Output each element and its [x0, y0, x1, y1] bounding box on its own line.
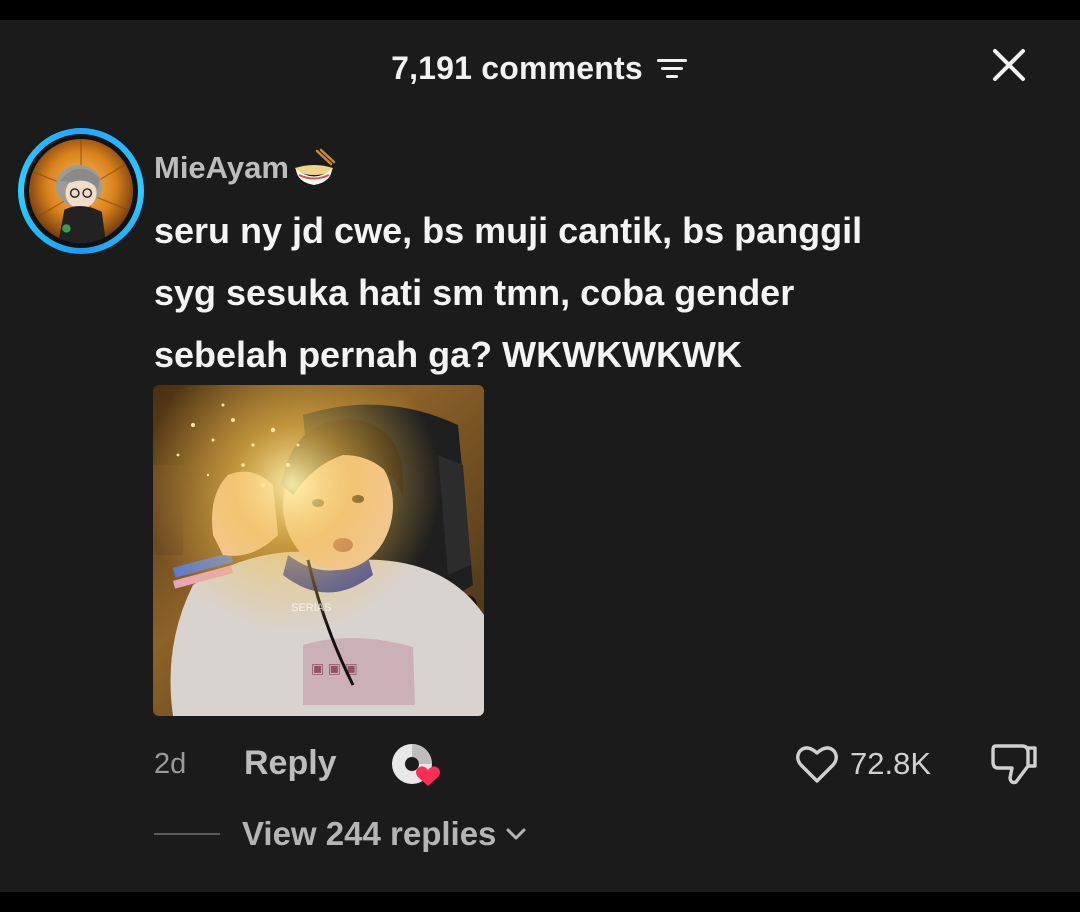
chevron-down-icon [506, 828, 526, 840]
comment-body: seru ny jd cwe, bs muji cantik, bs pangg… [154, 200, 1034, 386]
sticker-heart-icon[interactable] [388, 740, 442, 790]
comment-actions: 2d Reply 72.8K [154, 738, 1044, 790]
comment-time: 2d [154, 748, 187, 780]
avatar-image [28, 139, 134, 244]
bottom-letterbox [0, 892, 1080, 912]
image-watermark: SERIAS [291, 602, 331, 614]
top-letterbox [0, 0, 1080, 20]
thumbs-down-icon[interactable] [988, 740, 1040, 786]
comment-line: seru ny jd cwe, bs muji cantik, bs pangg… [154, 210, 863, 251]
comment-line: syg sesuka hati sm tmn, coba gender [154, 272, 795, 313]
username-label: MieAyam [154, 150, 289, 185]
sort-lines-icon[interactable] [655, 56, 689, 80]
view-replies-label: View 244 replies [242, 815, 497, 852]
photo-illustration: ▣ ▣ ▣ SERIAS [153, 385, 484, 716]
comments-count-title: 7,191 comments [391, 49, 643, 86]
reply-button[interactable]: Reply [244, 744, 337, 783]
comment-line: sebelah pernah ga? WKWKWKWK [154, 334, 743, 375]
comments-header: 7,191 comments [0, 46, 1080, 90]
replies-divider [154, 833, 220, 835]
comment-image[interactable]: ▣ ▣ ▣ SERIAS [153, 385, 484, 716]
close-icon[interactable] [988, 44, 1030, 86]
heart-outline-icon [796, 746, 838, 783]
view-replies-button[interactable]: View 244 replies [154, 812, 528, 856]
noodle-bowl-emoji-icon [294, 148, 336, 185]
like-button[interactable]: 72.8K [794, 740, 931, 788]
avatar[interactable] [18, 128, 144, 254]
comment-username[interactable]: MieAyam [154, 148, 337, 188]
like-count: 72.8K [850, 746, 932, 781]
